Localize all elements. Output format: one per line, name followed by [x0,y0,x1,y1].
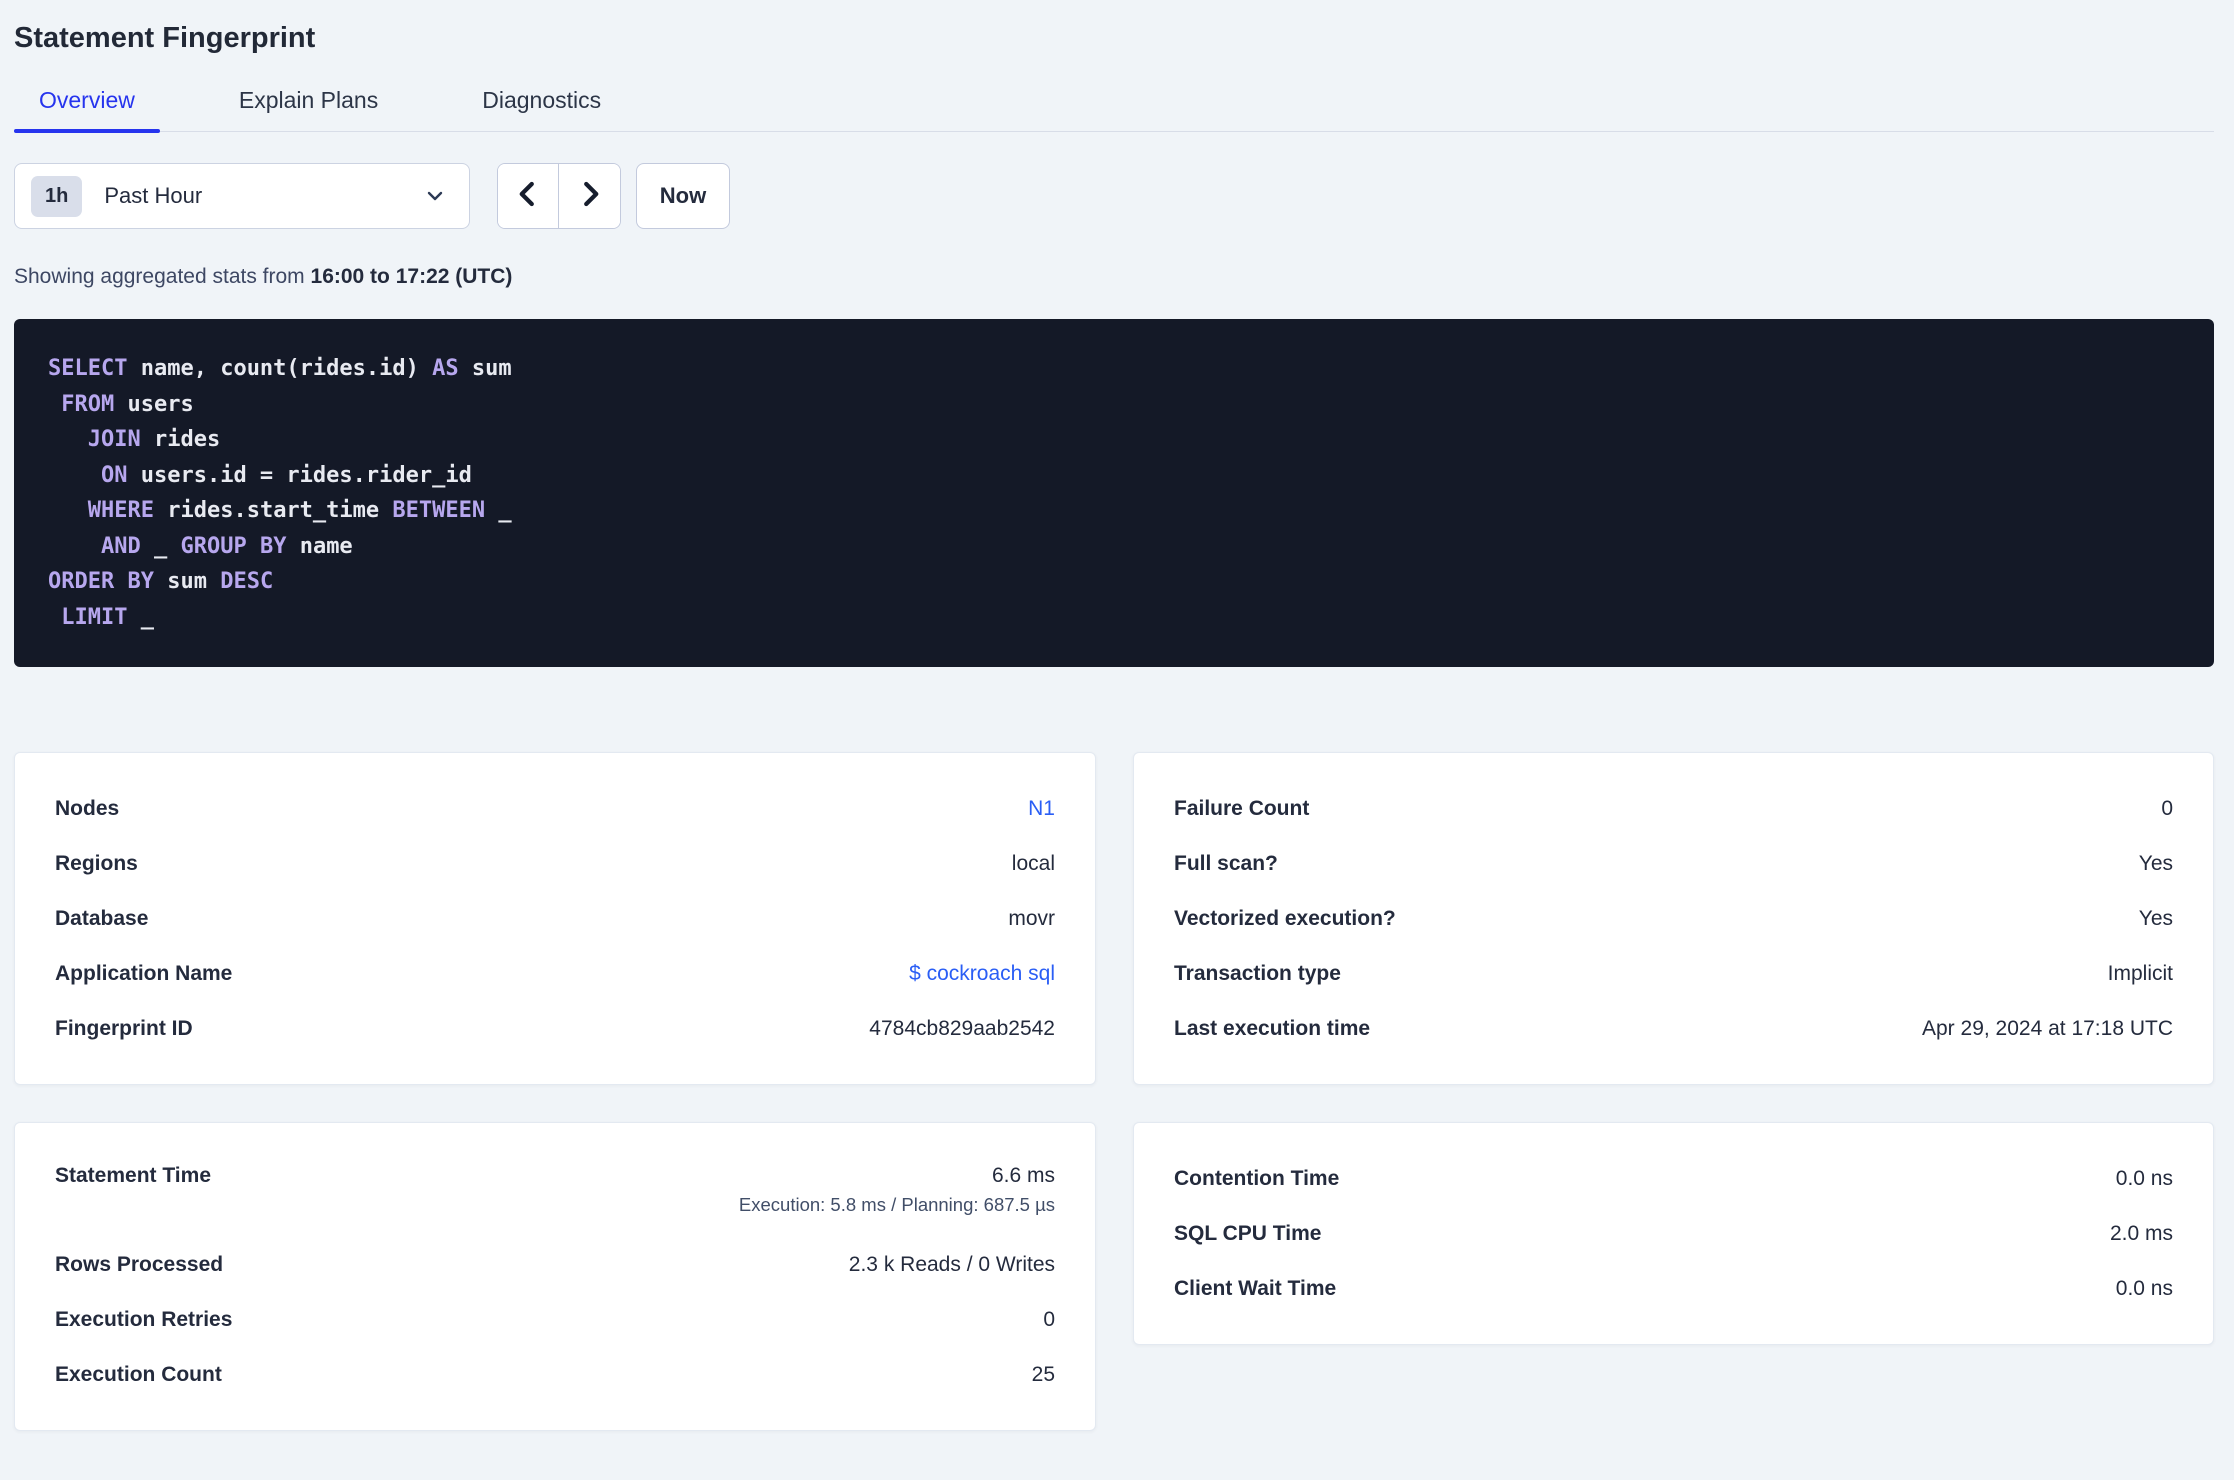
sql-statement: SELECT name, count(rides.id) AS sum FROM… [14,319,2214,667]
row-statement-time: Statement Time 6.6 ms Execution: 5.8 ms … [55,1151,1055,1237]
row-fingerprint-id: Fingerprint ID 4784cb829aab2542 [55,1001,1055,1056]
row-transaction-type: Transaction type Implicit [1174,946,2173,1001]
row-label: Nodes [55,796,120,820]
stats-caption-prefix: Showing aggregated stats from [14,265,311,288]
row-label: Transaction type [1174,961,1341,985]
rows-processed-value: 2.3 k Reads / 0 Writes [848,1252,1055,1276]
row-label: Regions [55,851,138,875]
row-label: Database [55,906,149,930]
tab-explain-plans[interactable]: Explain Plans [214,87,403,131]
last-execution-time-value: Apr 29, 2024 at 17:18 UTC [1922,1016,2173,1040]
row-failure-count: Failure Count 0 [1174,781,2173,836]
next-interval-button[interactable] [559,164,620,228]
row-label: Statement Time [55,1164,211,1187]
statement-fingerprint-page: Statement Fingerprint Overview Explain P… [0,22,2234,1431]
row-label: Failure Count [1174,796,1310,820]
row-label: Rows Processed [55,1252,224,1276]
row-label: Execution Count [55,1362,222,1386]
wait-timing-card: Contention Time 0.0 ns SQL CPU Time 2.0 … [1133,1122,2214,1345]
full-scan-value: Yes [2138,851,2173,875]
row-label: Vectorized execution? [1174,906,1396,930]
row-database: Database movr [55,891,1055,946]
database-value: movr [1008,906,1055,930]
row-vectorized-execution: Vectorized execution? Yes [1174,891,2173,946]
regions-value: local [1011,851,1055,875]
row-client-wait-time: Client Wait Time 0.0 ns [1174,1261,2173,1316]
row-rows-processed: Rows Processed 2.3 k Reads / 0 Writes [55,1237,1055,1292]
row-label: Application Name [55,961,233,985]
row-last-execution-time: Last execution time Apr 29, 2024 at 17:1… [1174,1001,2173,1056]
statement-time-values: 6.6 ms Execution: 5.8 ms / Planning: 687… [739,1151,1055,1216]
client-wait-time-value: 0.0 ns [2115,1276,2173,1300]
chevron-right-icon [575,177,605,216]
row-label: Last execution time [1174,1016,1371,1040]
row-label: Fingerprint ID [55,1016,193,1040]
tab-overview[interactable]: Overview [14,87,160,133]
statement-details-card: Nodes N1 Regions local Database movr App… [14,752,1096,1085]
statement-time-breakdown: Execution: 5.8 ms / Planning: 687.5 µs [738,1194,1055,1215]
vectorized-execution-value: Yes [2138,906,2173,930]
chevron-down-icon [423,184,447,208]
execution-attributes-card: Failure Count 0 Full scan? Yes Vectorize… [1133,752,2214,1085]
chevron-left-icon [513,177,543,216]
previous-interval-button[interactable] [498,164,559,228]
row-nodes: Nodes N1 [55,781,1055,836]
sql-cpu-time-value: 2.0 ms [2109,1221,2173,1245]
execution-retries-value: 0 [1043,1307,1055,1331]
statement-time-value: 6.6 ms [991,1164,1055,1187]
tab-diagnostics[interactable]: Diagnostics [457,87,626,131]
row-full-scan: Full scan? Yes [1174,836,2173,891]
fingerprint-id-value: 4784cb829aab2542 [869,1016,1055,1040]
nodes-link[interactable]: N1 [1028,797,1055,821]
time-range-select[interactable]: 1h Past Hour [14,163,470,229]
transaction-type-value: Implicit [2107,961,2173,985]
row-label: Execution Retries [55,1307,233,1331]
application-name-link[interactable]: $ cockroach sql [909,962,1055,986]
failure-count-value: 0 [2161,796,2173,820]
row-contention-time: Contention Time 0.0 ns [1174,1151,2173,1206]
row-label: Client Wait Time [1174,1276,1337,1300]
row-label: Full scan? [1174,851,1278,875]
time-range-badge: 1h [31,175,83,217]
row-label: SQL CPU Time [1174,1221,1322,1245]
stats-caption-range: 16:00 to 17:22 (UTC) [310,265,513,288]
row-application-name: Application Name $ cockroach sql [55,946,1055,1001]
row-sql-cpu-time: SQL CPU Time 2.0 ms [1174,1206,2173,1261]
time-step-buttons [497,163,621,229]
statement-timing-card: Statement Time 6.6 ms Execution: 5.8 ms … [14,1122,1096,1431]
row-regions: Regions local [55,836,1055,891]
stats-cards: Nodes N1 Regions local Database movr App… [14,752,2214,1431]
time-range-label: Past Hour [104,183,203,208]
tab-bar: Overview Explain Plans Diagnostics [14,87,2214,133]
aggregated-stats-caption: Showing aggregated stats from 16:00 to 1… [14,265,2214,289]
contention-time-value: 0.0 ns [2115,1166,2173,1190]
row-label: Contention Time [1174,1166,1340,1190]
row-execution-count: Execution Count 25 [55,1347,1055,1402]
row-execution-retries: Execution Retries 0 [55,1292,1055,1347]
time-toolbar: 1h Past Hour Now [14,163,2214,229]
page-title: Statement Fingerprint [14,22,316,54]
now-button[interactable]: Now [636,163,730,229]
execution-count-value: 25 [1031,1362,1055,1386]
